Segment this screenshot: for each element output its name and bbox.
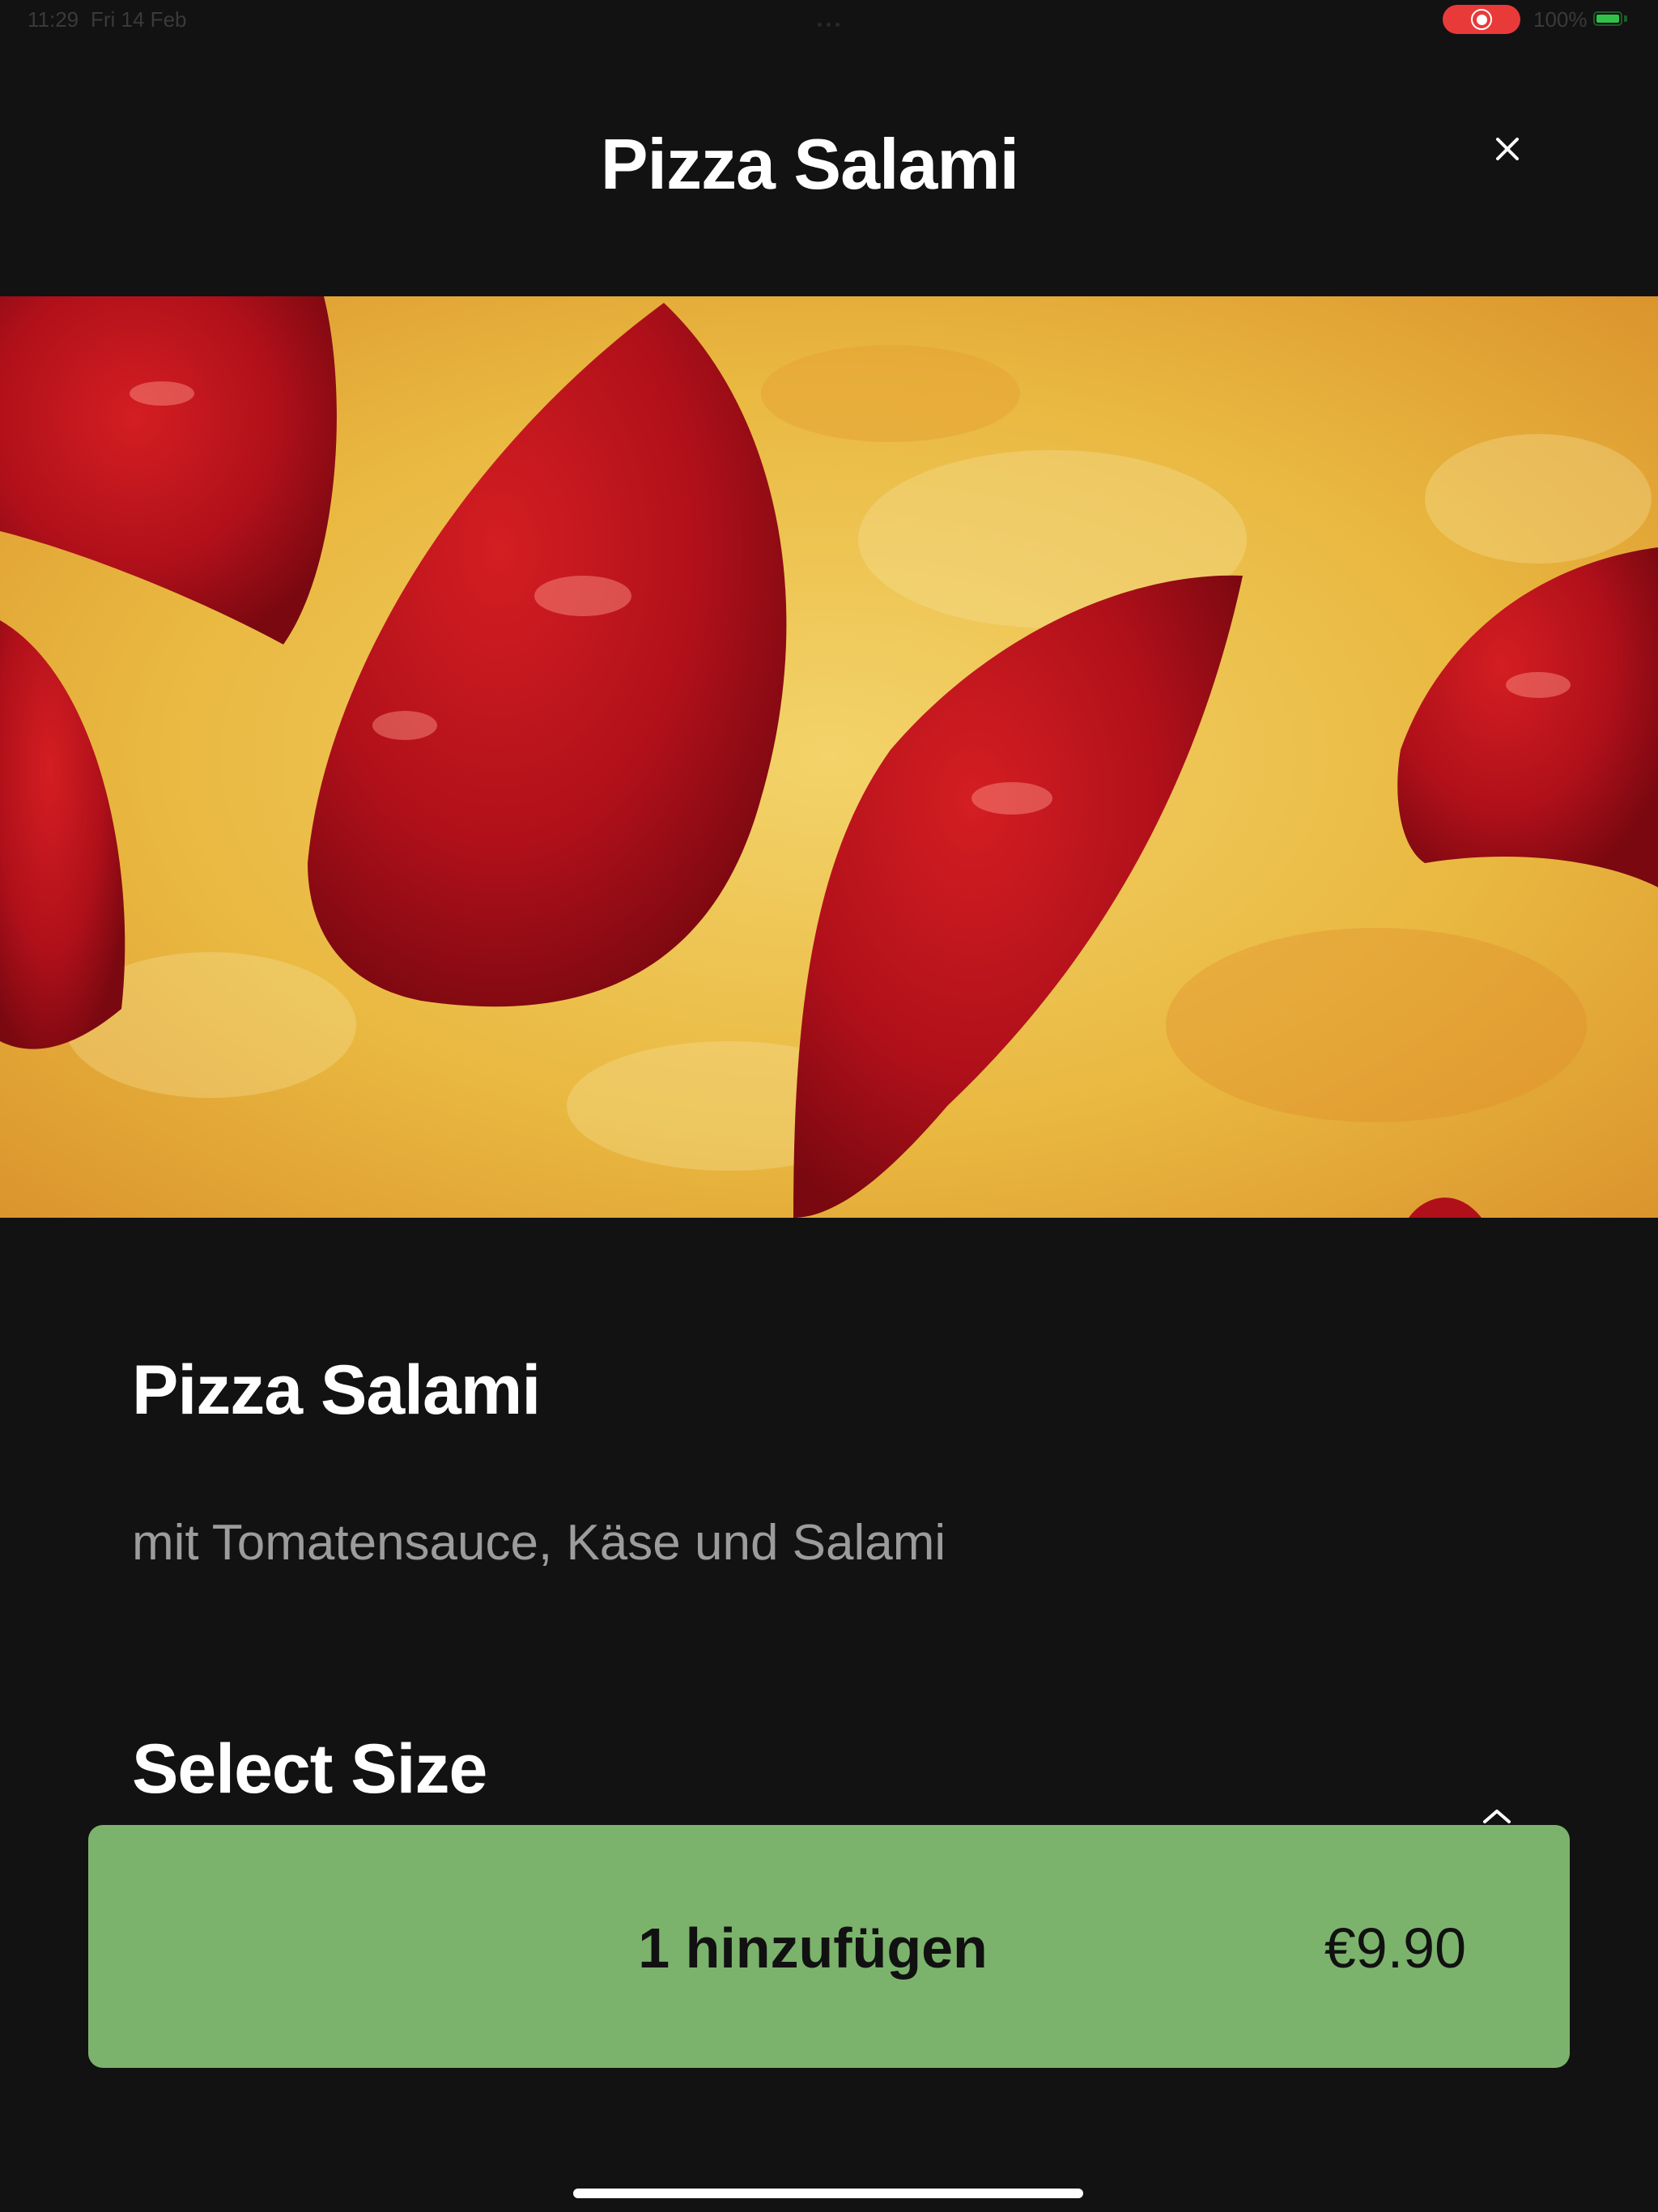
close-icon (1496, 138, 1519, 160)
add-button-label: 1 hinzufügen (638, 1916, 988, 1980)
battery-percentage: 100% (1533, 7, 1588, 32)
screen-recording-indicator[interactable] (1443, 5, 1520, 34)
page-title: Pizza Salami (600, 124, 1019, 204)
product-name: Pizza Salami (132, 1351, 541, 1429)
status-time: 11:29 (28, 7, 79, 32)
record-dot (1477, 15, 1487, 25)
battery-tip (1624, 15, 1627, 22)
close-button[interactable] (1488, 130, 1527, 168)
select-size-heading: Select Size (132, 1730, 487, 1808)
product-detail-screen: 11:29 Fri 14 Feb 100% Pizza Salami Pizza… (0, 0, 1658, 2212)
camera-indicator (818, 16, 850, 27)
status-bar: 11:29 Fri 14 Feb 100% (0, 0, 1658, 37)
add-to-cart-button[interactable]: 1 hinzufügen €9.90 (88, 1825, 1570, 2068)
battery-level (1596, 15, 1619, 23)
status-date: Fri 14 Feb (91, 7, 187, 32)
product-description: mit Tomatensauce, Käse und Salami (132, 1515, 946, 1571)
home-indicator[interactable] (573, 2189, 1083, 2198)
pizza-photo (0, 296, 1658, 1218)
battery-icon (1593, 11, 1622, 26)
product-image (0, 296, 1658, 1218)
add-button-price: €9.90 (1324, 1916, 1466, 1980)
